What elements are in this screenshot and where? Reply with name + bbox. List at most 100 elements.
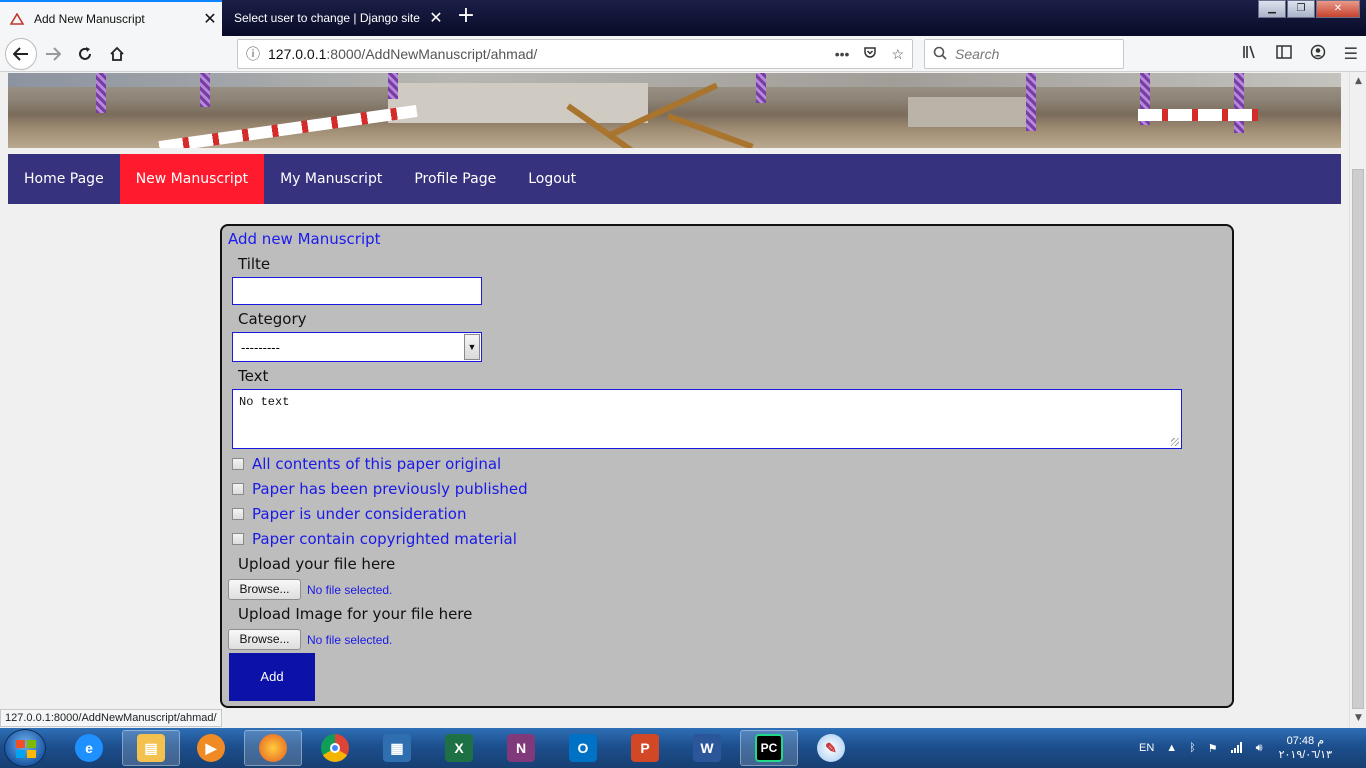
menu-profile-page[interactable]: Profile Page [398, 154, 512, 204]
minimize-icon[interactable]: ▁ [1258, 0, 1286, 18]
image-upload-row: Browse... No file selected. [228, 629, 392, 650]
powerpoint-icon[interactable]: P [616, 730, 674, 766]
pocket-icon[interactable] [863, 46, 877, 63]
library-icon[interactable] [1242, 44, 1258, 64]
browser-tab-bar: Add New Manuscript ✕ Select user to chan… [0, 0, 1366, 36]
title-label: Tilte [238, 255, 271, 273]
checkbox-consideration[interactable] [232, 508, 244, 520]
paint-icon[interactable]: ✎ [802, 730, 860, 766]
word-icon[interactable]: W [678, 730, 736, 766]
show-hidden-icons-icon[interactable]: ▲ [1166, 742, 1177, 754]
tab-title: Select user to change | Django site [234, 11, 420, 25]
network-signal-icon[interactable] [1230, 741, 1244, 756]
file-explorer-icon[interactable]: ▤ [122, 730, 180, 766]
menu-my-manuscript[interactable]: My Manuscript [264, 154, 398, 204]
onenote-icon[interactable]: N [492, 730, 550, 766]
forward-arrow-icon[interactable] [38, 40, 68, 68]
language-indicator[interactable]: EN [1139, 742, 1154, 754]
category-selected-value: --------- [241, 339, 280, 355]
close-tab-icon[interactable]: ✕ [424, 8, 448, 28]
scroll-thumb[interactable] [1352, 169, 1364, 709]
checkbox-label: Paper contain copyrighted material [252, 530, 517, 548]
menu-new-manuscript[interactable]: New Manuscript [119, 154, 265, 204]
browser-toolbar: ⓘ 127.0.0.1:8000/AddNewManuscript/ahmad/… [0, 36, 1366, 72]
browse-file-button[interactable]: Browse... [228, 579, 301, 600]
tab-select-user[interactable]: Select user to change | Django site ✕ [222, 0, 448, 36]
url-path: :8000/AddNewManuscript/ahmad/ [326, 46, 538, 62]
sidebar-icon[interactable] [1275, 44, 1292, 64]
add-button[interactable]: Add [229, 653, 315, 701]
checkbox-label: All contents of this paper original [252, 455, 502, 473]
account-icon[interactable] [1310, 44, 1326, 64]
pycharm-icon[interactable]: PC [740, 730, 798, 766]
checkbox-label: Paper has been previously published [252, 480, 528, 498]
home-icon[interactable] [102, 40, 132, 68]
checkbox-original[interactable] [232, 458, 244, 470]
start-button[interactable] [4, 729, 46, 767]
close-tab-icon[interactable]: ✕ [198, 9, 222, 29]
title-input[interactable] [232, 277, 482, 305]
status-url-tooltip: 127.0.0.1:8000/AddNewManuscript/ahmad/ [0, 709, 222, 727]
checkbox-original-row[interactable]: All contents of this paper original [232, 455, 501, 473]
close-window-icon[interactable]: ✕ [1316, 0, 1360, 18]
checkbox-consideration-row[interactable]: Paper is under consideration [232, 505, 466, 523]
main-menu: Home Page New Manuscript My Manuscript P… [8, 154, 1341, 204]
media-player-icon[interactable]: ▶ [182, 730, 240, 766]
search-placeholder: Search [955, 46, 1000, 62]
clock[interactable]: 07:48 م ٢٠١٩/٠٦/١٣ [1279, 734, 1332, 762]
outlook-icon[interactable]: O [554, 730, 612, 766]
tab-add-new-manuscript[interactable]: Add New Manuscript ✕ [0, 0, 222, 36]
window-controls: ▁ ❐ ✕ [1257, 0, 1360, 18]
upload-file-label: Upload your file here [238, 555, 396, 573]
chrome-icon[interactable] [306, 730, 364, 766]
page-actions-icon[interactable]: ••• [835, 46, 850, 63]
menu-home-page[interactable]: Home Page [8, 154, 120, 204]
maximize-icon[interactable]: ❐ [1287, 0, 1315, 18]
image-status: No file selected. [307, 632, 393, 647]
checkbox-copyrighted[interactable] [232, 533, 244, 545]
file-upload-row: Browse... No file selected. [228, 579, 392, 600]
scroll-down-icon[interactable]: ▼ [1350, 710, 1366, 727]
checkbox-label: Paper is under consideration [252, 505, 467, 523]
search-icon [925, 46, 955, 63]
info-icon[interactable]: ⓘ [238, 44, 268, 64]
category-select[interactable]: --------- ▼ [232, 332, 482, 362]
page-scrollbar[interactable]: ▲ ▼ [1349, 73, 1366, 727]
scroll-up-icon[interactable]: ▲ [1350, 73, 1366, 90]
resize-grip-icon[interactable] [1171, 438, 1179, 446]
bluetooth-icon[interactable]: ᛒ [1189, 742, 1196, 754]
server-manager-icon[interactable]: ▦ [368, 730, 426, 766]
search-input[interactable]: Search [924, 39, 1124, 69]
menu-logout[interactable]: Logout [512, 154, 592, 204]
windows-logo-icon [16, 740, 36, 758]
header-banner-image [8, 73, 1341, 148]
textarea-value: No text [239, 395, 290, 409]
url-text: 127.0.0.1:8000/AddNewManuscript/ahmad/ [268, 46, 835, 62]
url-host: 127.0.0.1 [268, 46, 327, 62]
checkbox-copyrighted-row[interactable]: Paper contain copyrighted material [232, 530, 517, 548]
tab-title: Add New Manuscript [34, 12, 145, 26]
clock-time: 07:48 م [1286, 735, 1324, 747]
clock-date: ٢٠١٩/٠٦/١٣ [1278, 749, 1332, 761]
excel-icon[interactable]: X [430, 730, 488, 766]
file-status: No file selected. [307, 582, 393, 597]
dropdown-arrow-icon[interactable]: ▼ [464, 334, 480, 360]
browse-image-button[interactable]: Browse... [228, 629, 301, 650]
reload-icon[interactable] [70, 40, 100, 68]
windows-taskbar: e ▤ ▶ ▦ X N O P W PC ✎ EN ▲ ᛒ ⚑ 🔊︎ 07:48… [0, 728, 1366, 768]
action-center-flag-icon[interactable]: ⚑ [1208, 742, 1218, 755]
new-manuscript-form: Add new Manuscript Tilte Category ------… [220, 224, 1234, 708]
checkbox-published[interactable] [232, 483, 244, 495]
firefox-icon[interactable] [244, 730, 302, 766]
text-textarea[interactable]: No text [232, 389, 1182, 449]
volume-icon[interactable]: 🔊︎ [1256, 742, 1263, 755]
internet-explorer-icon[interactable]: e [60, 730, 118, 766]
page-viewport: Home Page New Manuscript My Manuscript P… [0, 73, 1349, 727]
text-label: Text [238, 367, 269, 385]
back-arrow-icon[interactable] [5, 38, 37, 70]
checkbox-published-row[interactable]: Paper has been previously published [232, 480, 528, 498]
url-bar[interactable]: ⓘ 127.0.0.1:8000/AddNewManuscript/ahmad/… [237, 39, 913, 69]
bookmark-star-icon[interactable]: ☆ [891, 46, 904, 63]
hamburger-menu-icon[interactable]: ☰ [1344, 44, 1358, 64]
new-tab-icon[interactable]: + [452, 4, 480, 30]
